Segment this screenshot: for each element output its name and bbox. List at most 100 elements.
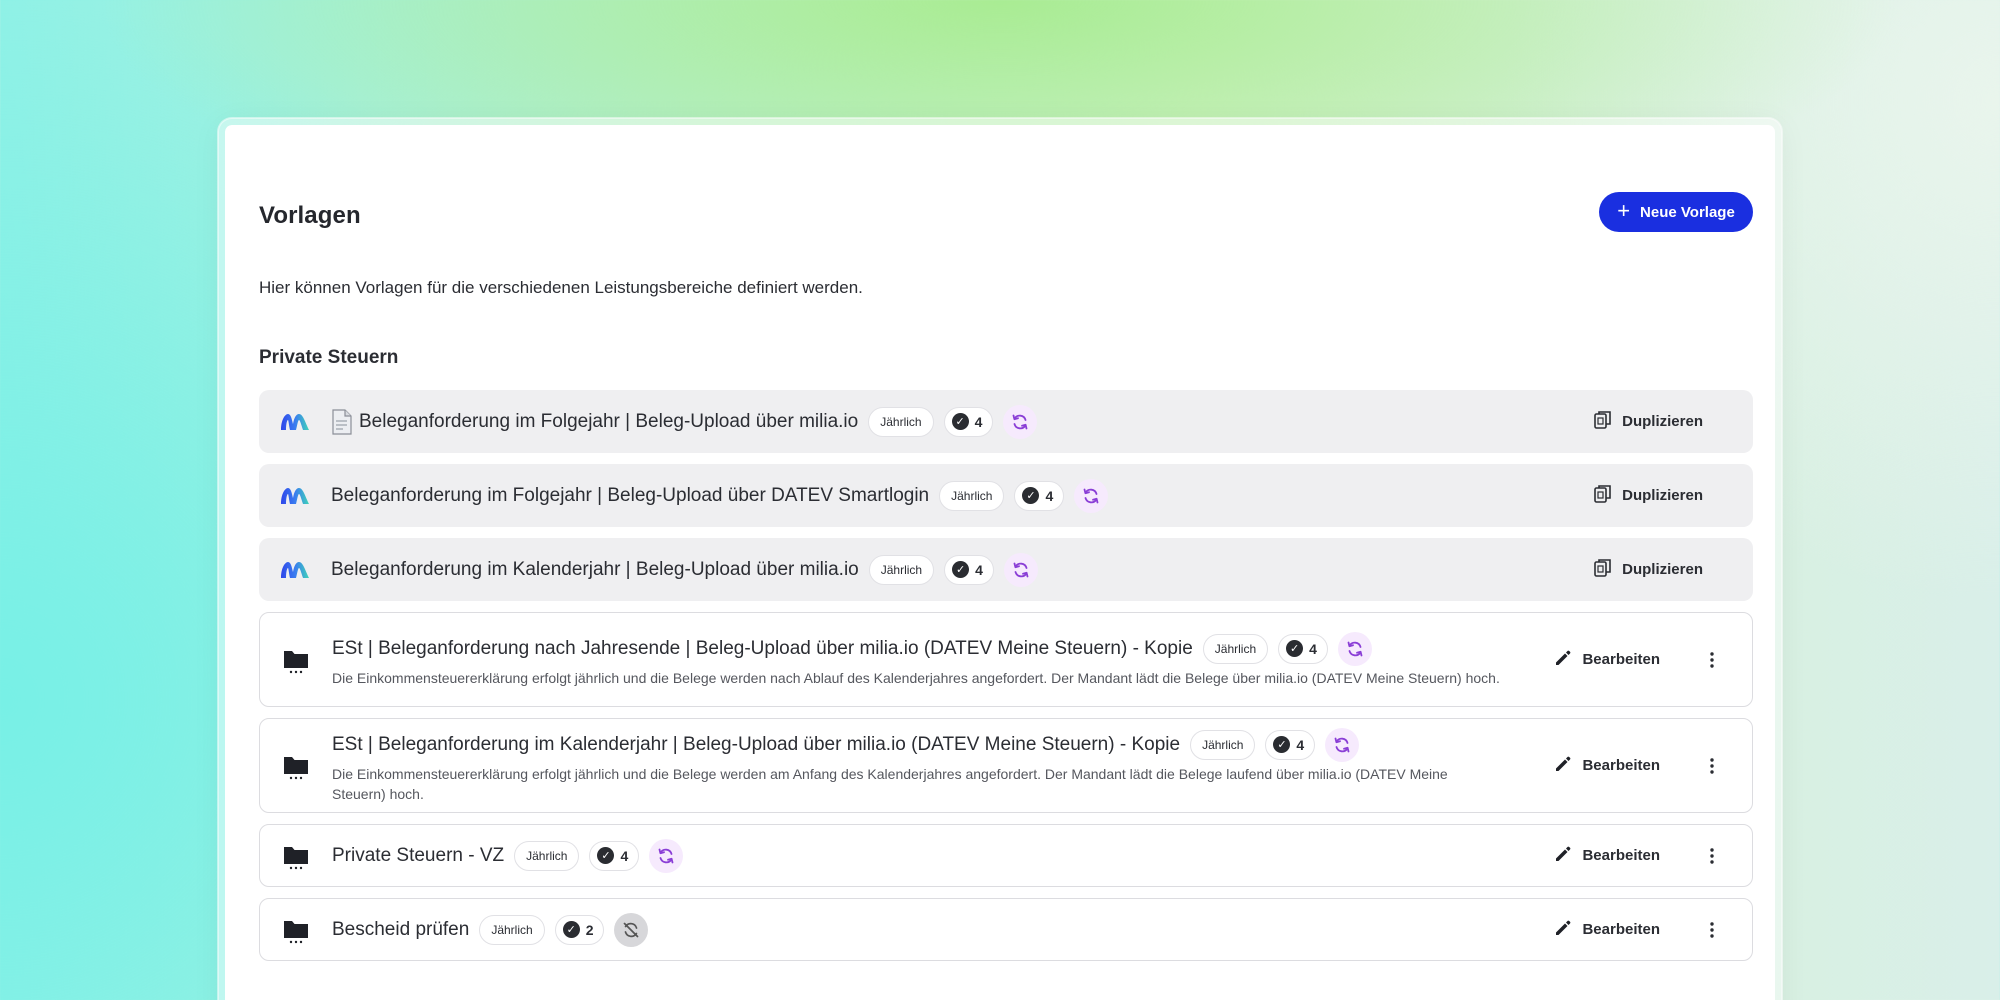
edit-label: Bearbeiten: [1582, 847, 1660, 864]
sync-icon: [649, 838, 684, 873]
milia-logo-icon: [259, 486, 331, 506]
check-circle-icon: ✓: [597, 847, 615, 864]
template-title: ESt | Beleganforderung nach Jahresende |…: [332, 637, 1193, 659]
template-content: Beleganforderung im Kalenderjahr | Beleg…: [331, 552, 1594, 587]
duplicate-label: Duplizieren: [1622, 487, 1703, 504]
template-row[interactable]: ESt | Beleganforderung nach Jahresende |…: [259, 612, 1753, 707]
folder-icon: [260, 916, 332, 944]
template-title: Beleganforderung im Folgejahr | Beleg-Up…: [331, 484, 930, 506]
template-title-line: Beleganforderung im Folgejahr | Beleg-Up…: [331, 404, 1594, 439]
pencil-icon: [1554, 755, 1572, 777]
template-content: ESt | Beleganforderung nach Jahresende |…: [332, 631, 1554, 688]
check-circle-icon: ✓: [951, 413, 969, 430]
duplicate-button[interactable]: Duplizieren: [1594, 410, 1703, 434]
plus-icon: +: [1617, 198, 1631, 223]
more-vertical-icon[interactable]: [1694, 642, 1730, 678]
task-count-badge: ✓ 4: [1265, 729, 1316, 760]
template-title-line: Bescheid prüfen Jährlich ✓ 2: [332, 912, 1554, 947]
task-count: 4: [974, 413, 983, 430]
section-title: Private Steuern: [259, 347, 399, 368]
more-vertical-icon[interactable]: [1694, 748, 1730, 784]
task-count-badge: ✓ 4: [1014, 480, 1065, 511]
edit-button[interactable]: Bearbeiten: [1554, 649, 1660, 671]
template-content: ESt | Beleganforderung im Kalenderjahr |…: [332, 727, 1554, 804]
template-title-line: ESt | Beleganforderung im Kalenderjahr |…: [332, 727, 1554, 762]
template-title-line: ESt | Beleganforderung nach Jahresende |…: [332, 631, 1554, 666]
check-circle-icon: ✓: [1273, 736, 1291, 753]
frequency-badge: Jährlich: [479, 914, 545, 945]
template-actions: Bearbeiten: [1554, 912, 1752, 948]
template-row[interactable]: Private Steuern - VZ Jährlich ✓ 4 Bearbeiten: [259, 824, 1753, 887]
copy-icon: [1594, 410, 1612, 434]
template-actions: Duplizieren: [1594, 558, 1753, 582]
task-count: 4: [620, 847, 629, 864]
frequency-badge: Jährlich: [939, 480, 1005, 511]
template-row[interactable]: Bescheid prüfen Jährlich ✓ 2 Bearbeiten: [259, 898, 1753, 961]
template-actions: Duplizieren: [1594, 410, 1753, 434]
task-count: 4: [975, 561, 983, 578]
new-template-label: Neue Vorlage: [1640, 203, 1735, 221]
task-count-badge: ✓ 4: [589, 840, 640, 871]
milia-logo-icon: [259, 560, 331, 580]
folder-icon: [260, 842, 332, 870]
check-circle-icon: ✓: [562, 921, 580, 938]
frequency-badge: Jährlich: [1190, 729, 1256, 760]
template-title-line: Beleganforderung im Folgejahr | Beleg-Up…: [331, 478, 1594, 513]
template-actions: Bearbeiten: [1554, 838, 1752, 874]
copy-icon: [1594, 484, 1612, 508]
frequency-badge: Jährlich: [868, 554, 935, 585]
template-content: Beleganforderung im Folgejahr | Beleg-Up…: [331, 478, 1594, 513]
template-content: Beleganforderung im Folgejahr | Beleg-Up…: [331, 404, 1594, 439]
template-content: Private Steuern - VZ Jährlich ✓ 4: [332, 838, 1554, 873]
edit-label: Bearbeiten: [1582, 921, 1660, 938]
frequency-badge: Jährlich: [1202, 633, 1269, 664]
template-title: ESt | Beleganforderung im Kalenderjahr |…: [332, 733, 1181, 755]
template-title: Private Steuern - VZ: [332, 844, 505, 866]
task-count-badge: ✓ 4: [1278, 633, 1328, 664]
new-template-button[interactable]: + Neue Vorlage: [1599, 192, 1753, 232]
sync-icon: [1074, 478, 1109, 513]
pencil-icon: [1554, 919, 1572, 941]
folder-icon: [260, 752, 332, 780]
duplicate-label: Duplizieren: [1622, 413, 1703, 430]
template-actions: Bearbeiten: [1554, 642, 1752, 678]
frequency-badge: Jährlich: [868, 406, 934, 437]
template-actions: Bearbeiten: [1554, 748, 1752, 784]
duplicate-button[interactable]: Duplizieren: [1594, 558, 1703, 582]
edit-label: Bearbeiten: [1582, 651, 1660, 668]
template-row[interactable]: ESt | Beleganforderung im Kalenderjahr |…: [259, 718, 1753, 813]
edit-label: Bearbeiten: [1582, 757, 1660, 774]
template-row[interactable]: Beleganforderung im Folgejahr | Beleg-Up…: [259, 390, 1753, 453]
template-title: Beleganforderung im Folgejahr | Beleg-Up…: [359, 410, 859, 432]
sync-icon: [1325, 727, 1360, 762]
sync-off-icon: [614, 912, 649, 947]
document-icon: [331, 408, 353, 435]
sync-icon: [1337, 631, 1372, 666]
task-count-badge: ✓ 2: [554, 914, 605, 945]
edit-button[interactable]: Bearbeiten: [1554, 845, 1660, 867]
task-count: 2: [585, 921, 594, 938]
folder-icon: [260, 646, 332, 674]
template-title: Beleganforderung im Kalenderjahr | Beleg…: [331, 558, 859, 580]
edit-button[interactable]: Bearbeiten: [1554, 919, 1660, 941]
more-vertical-icon[interactable]: [1694, 838, 1730, 874]
copy-icon: [1594, 558, 1612, 582]
task-count: 4: [1296, 736, 1305, 753]
duplicate-button[interactable]: Duplizieren: [1594, 484, 1703, 508]
duplicate-label: Duplizieren: [1622, 561, 1703, 578]
check-circle-icon: ✓: [952, 561, 970, 578]
task-count: 4: [1045, 487, 1054, 504]
templates-card: Vorlagen + Neue Vorlage Hier können Vorl…: [218, 118, 1782, 1000]
edit-button[interactable]: Bearbeiten: [1554, 755, 1660, 777]
template-description: Die Einkommensteuererklärung erfolgt jäh…: [332, 669, 1500, 686]
sync-icon: [1003, 404, 1038, 439]
sync-icon: [1003, 552, 1038, 587]
pencil-icon: [1554, 649, 1572, 671]
template-row[interactable]: Beleganforderung im Folgejahr | Beleg-Up…: [259, 464, 1753, 527]
template-content: Bescheid prüfen Jährlich ✓ 2: [332, 912, 1554, 947]
page-title: Vorlagen: [259, 202, 361, 229]
pencil-icon: [1554, 845, 1572, 867]
template-row[interactable]: Beleganforderung im Kalenderjahr | Beleg…: [259, 538, 1753, 601]
task-count: 4: [1309, 640, 1317, 657]
more-vertical-icon[interactable]: [1694, 912, 1730, 948]
